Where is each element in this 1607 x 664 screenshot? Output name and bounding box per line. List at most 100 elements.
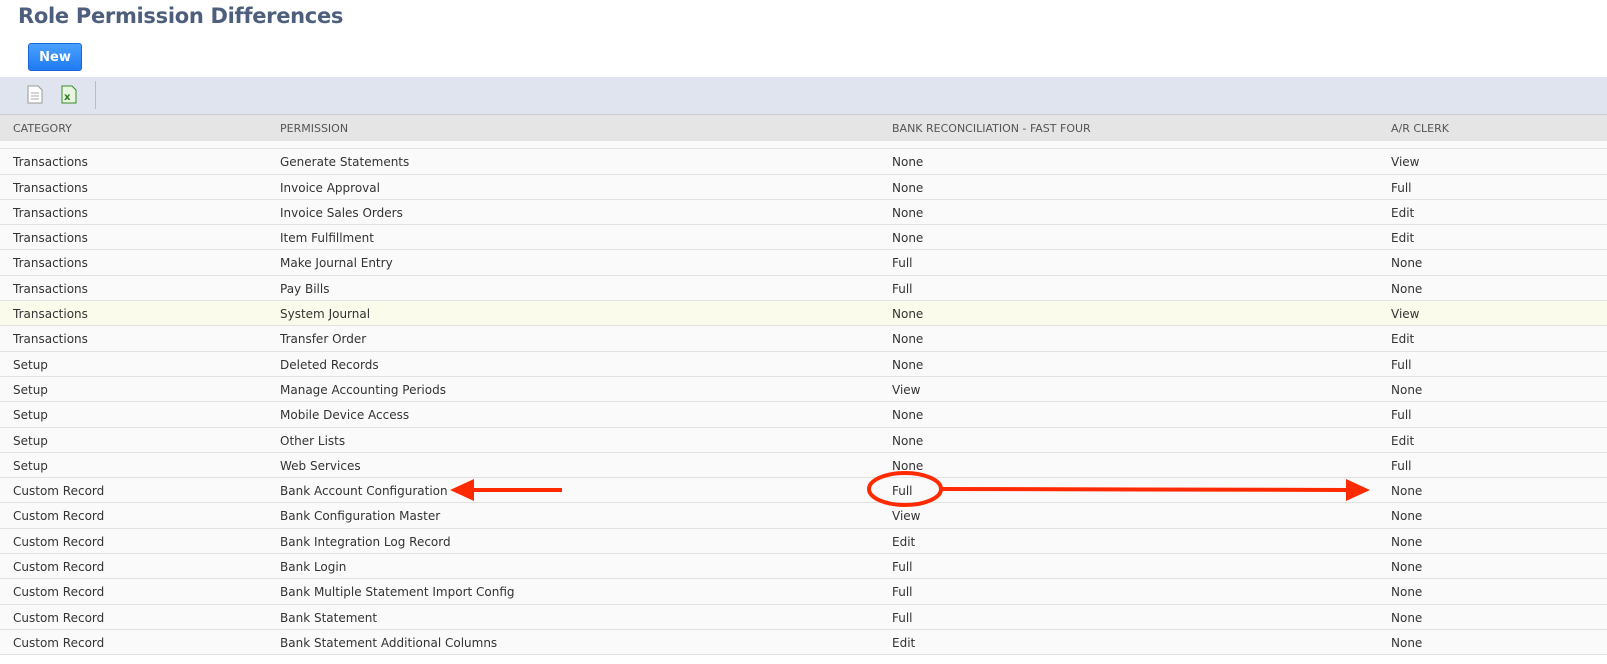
cell-category: Setup [13, 408, 48, 423]
table-row[interactable]: Transactions Make Journal Entry Full None [0, 250, 1607, 276]
cell-role-1-access: View [892, 509, 921, 524]
column-header-role-2[interactable]: A/R CLERK [1391, 122, 1449, 135]
cell-role-1-access: View [892, 382, 921, 397]
cell-permission: Pay Bills [280, 281, 330, 296]
column-header-role-1[interactable]: BANK RECONCILIATION - FAST FOUR [892, 122, 1091, 135]
table-row[interactable]: Custom Record Bank Multiple Statement Imp… [0, 579, 1607, 605]
cell-category: Custom Record [13, 509, 105, 524]
page-title: Role Permission Differences [18, 4, 344, 28]
cell-permission: Transfer Order [280, 332, 367, 347]
table-row[interactable]: Setup Mobile Device Access None Full [0, 402, 1607, 428]
table-row[interactable]: Custom Record Bank Login Full None [0, 554, 1607, 580]
cell-category: Transactions [13, 205, 88, 220]
cell-permission: Invoice Approval [280, 180, 380, 195]
cell-role-1-access: Full [892, 484, 913, 499]
cell-role-2-access: Full [1391, 408, 1412, 423]
cell-role-1-access: Edit [892, 635, 916, 650]
cell-role-1-access: Edit [892, 534, 916, 549]
table-row[interactable]: Transactions Invoice Sales Orders None Edit [0, 199, 1607, 226]
cell-role-2-access: None [1391, 610, 1423, 625]
cell-category: Transactions [13, 256, 88, 271]
cell-role-2-access: Full [1391, 458, 1412, 473]
cell-permission: Bank Account Configuration [280, 484, 448, 499]
document-icon[interactable] [27, 85, 43, 104]
cell-category: Custom Record [13, 534, 105, 549]
cell-permission: Bank Statement Additional Columns [280, 635, 498, 650]
table-row[interactable]: Custom Record Bank Configuration Master Vi… [0, 503, 1607, 529]
cell-role-1-access: None [892, 180, 924, 195]
cell-role-1-access: None [892, 357, 924, 372]
svg-text:x: x [64, 92, 71, 103]
cell-role-2-access: None [1391, 585, 1423, 600]
cell-permission: System Journal [280, 307, 371, 322]
cell-category: Transactions [13, 155, 88, 170]
cell-role-1-access: None [892, 307, 924, 322]
cell-permission: Invoice Sales Orders [280, 205, 403, 220]
cell-permission: Make Journal Entry [280, 256, 393, 271]
table-row[interactable]: Custom Record Bank Integration Log Record… [0, 528, 1607, 555]
column-header-permission[interactable]: PERMISSION [280, 122, 348, 135]
cell-permission: Item Fulfillment [280, 231, 374, 246]
cell-role-2-access: Full [1391, 357, 1412, 372]
table-row[interactable]: Setup Web Services None Full [0, 452, 1607, 479]
cell-category: Transactions [13, 307, 88, 322]
cell-category: Setup [13, 433, 48, 448]
toolbar: x [0, 77, 1607, 114]
cell-role-1-access: None [892, 205, 924, 220]
table-row[interactable]: Transactions System Journal None View [0, 301, 1607, 327]
cell-permission: Bank Multiple Statement Import Config [280, 585, 515, 600]
new-button[interactable]: New [28, 43, 82, 71]
cell-role-2-access: None [1391, 281, 1423, 296]
table-row[interactable]: Setup Other Lists None Edit [0, 427, 1607, 453]
table-row[interactable]: Transactions Generate Statements None View [0, 149, 1607, 175]
table-row[interactable]: Setup Manage Accounting Periods View None [0, 376, 1607, 403]
cell-role-2-access: View [1391, 155, 1420, 170]
cell-role-2-access: Full [1391, 180, 1412, 195]
cell-permission: Deleted Records [280, 357, 379, 372]
cell-category: Custom Record [13, 610, 105, 625]
column-header-category[interactable]: CATEGORY [13, 122, 72, 135]
table-row[interactable]: Transactions Invoice Approval None Full [0, 174, 1607, 200]
toolbar-divider [95, 81, 96, 109]
cell-category: Setup [13, 382, 48, 397]
cell-role-1-access: None [892, 231, 924, 246]
cell-role-1-access: None [892, 408, 924, 423]
cell-role-2-access: Edit [1391, 205, 1415, 220]
excel-export-icon[interactable]: x [61, 85, 77, 104]
cell-role-1-access: Full [892, 256, 913, 271]
cell-role-1-access: Full [892, 610, 913, 625]
cell-role-1-access: Full [892, 281, 913, 296]
cell-permission: Web Services [280, 458, 361, 473]
cell-category: Transactions [13, 332, 88, 347]
cell-category: Setup [13, 357, 48, 372]
cell-permission: Bank Statement [280, 610, 378, 625]
cell-role-1-access: None [892, 433, 924, 448]
cell-category: Custom Record [13, 484, 105, 499]
cell-permission: Bank Login [280, 560, 347, 575]
cell-role-2-access: Edit [1391, 433, 1415, 448]
cell-role-1-access: None [892, 155, 924, 170]
cell-permission: Generate Statements [280, 155, 410, 170]
cell-permission: Other Lists [280, 433, 346, 448]
cell-role-2-access: View [1391, 307, 1420, 322]
table-row[interactable]: Transactions Transfer Order None Edit [0, 326, 1607, 352]
cell-role-2-access: None [1391, 509, 1423, 524]
cell-permission: Mobile Device Access [280, 408, 410, 423]
cell-role-1-access: Full [892, 585, 913, 600]
table-row[interactable]: Custom Record Bank Statement Full None [0, 604, 1607, 630]
cell-role-1-access: None [892, 458, 924, 473]
table-row[interactable]: TransactionsGenerate Price ListsNoneView [0, 140, 1607, 150]
table-row[interactable]: Transactions Item Fulfillment None Edit [0, 225, 1607, 251]
table-row[interactable]: Custom Record Bank Account Configuration F… [0, 478, 1607, 504]
cell-role-1-access: Full [892, 560, 913, 575]
table-body[interactable]: TransactionsGenerate Price ListsNoneView… [0, 140, 1607, 664]
cell-category: Custom Record [13, 635, 105, 650]
table-row[interactable]: Setup Deleted Records None Full [0, 351, 1607, 377]
table-row[interactable]: Custom Record Bank Statement Additional C… [0, 629, 1607, 656]
cell-category: Custom Record [13, 560, 105, 575]
cell-role-2-access: None [1391, 256, 1423, 271]
table-row[interactable]: Transactions Pay Bills Full None [0, 275, 1607, 302]
cell-role-2-access: None [1391, 560, 1423, 575]
cell-role-2-access: Edit [1391, 231, 1415, 246]
cell-role-1-access: None [892, 332, 924, 347]
